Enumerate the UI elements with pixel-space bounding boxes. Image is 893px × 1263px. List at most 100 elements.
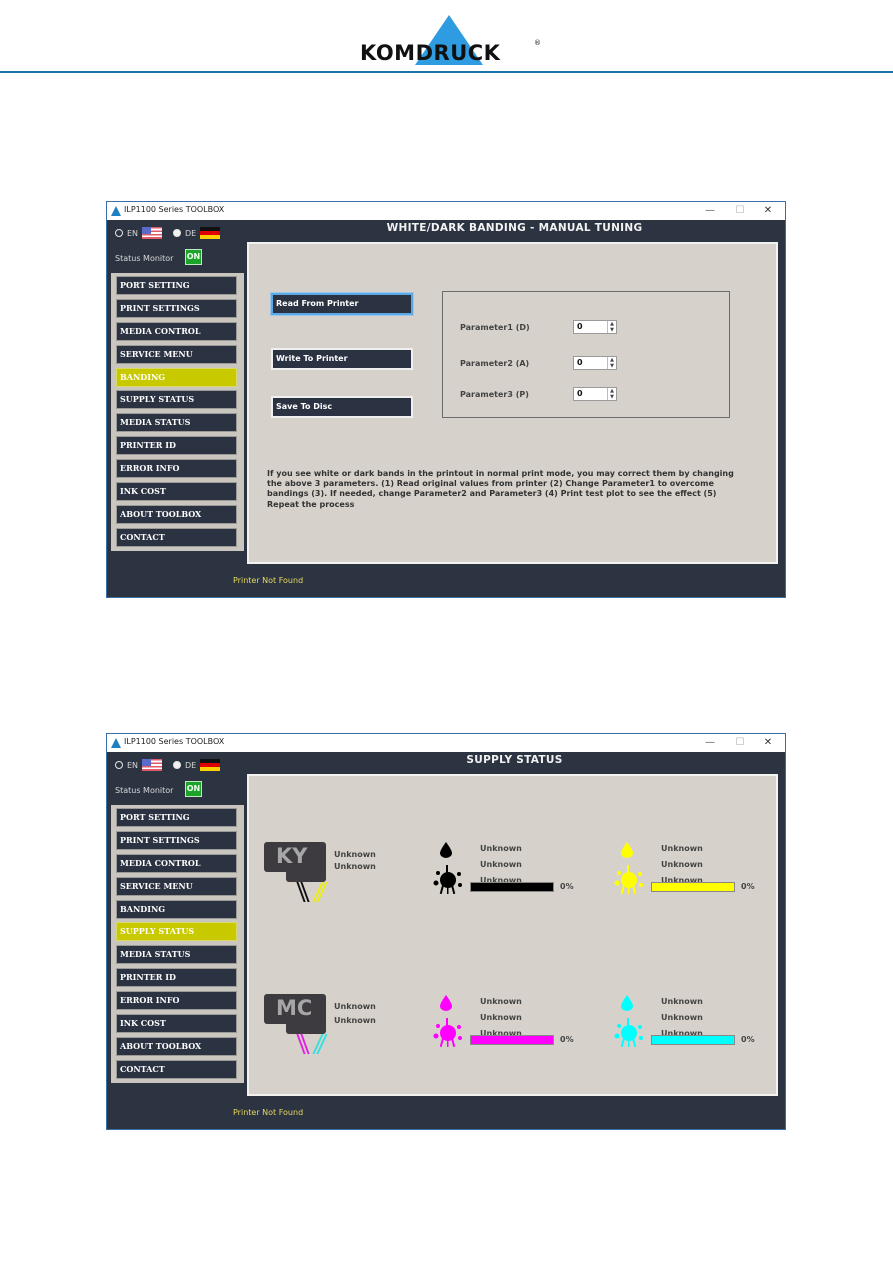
maximize-button[interactable]: ☐ xyxy=(725,735,755,751)
radio-de[interactable] xyxy=(173,229,181,237)
parameter3-label: Parameter3 (P) xyxy=(460,390,529,399)
sidebar-item-ink-cost[interactable]: INK COST xyxy=(116,482,237,502)
header-divider xyxy=(0,71,893,73)
printer-status-text: Printer Not Found xyxy=(233,1108,304,1117)
ink-level-percent: 0% xyxy=(741,882,755,891)
maximize-button[interactable]: ☐ xyxy=(725,203,755,219)
sidebar-item-banding[interactable]: BANDING xyxy=(116,899,237,919)
cartridge-status: Unknown xyxy=(334,850,376,859)
ink-splat-icon xyxy=(433,1018,462,1048)
write-to-printer-button[interactable]: Write To Printer xyxy=(271,348,413,370)
title-bar: ILP1100 Series TOOLBOX — ☐ ✕ xyxy=(107,202,785,220)
sidebar-item-banding[interactable]: BANDING xyxy=(116,367,237,387)
sidebar-item-print-settings[interactable]: PRINT SETTINGS xyxy=(116,830,237,850)
ink-drop-icon xyxy=(621,995,633,1011)
sidebar-item-error-info[interactable]: ERROR INFO xyxy=(116,991,237,1011)
sidebar-item-service-menu[interactable]: SERVICE MENU xyxy=(116,876,237,896)
sidebar-item-contact[interactable]: CONTACT xyxy=(116,527,237,547)
sidebar-item-about-toolbox[interactable]: ABOUT TOOLBOX xyxy=(116,1036,237,1056)
sidebar-item-port-setting[interactable]: PORT SETTING xyxy=(116,808,237,827)
ink-splat-icon xyxy=(433,865,462,895)
registered-mark: ® xyxy=(534,39,541,47)
cartridge-status: Unknown xyxy=(334,1002,376,1011)
radio-de[interactable] xyxy=(173,761,181,769)
sidebar-menu: PORT SETTING PRINT SETTINGS MEDIA CONTRO… xyxy=(111,273,244,551)
title-bar: ILP1100 Series TOOLBOX — ☐ ✕ xyxy=(107,734,785,752)
ink-black: Unknown Unknown Unknown 0% xyxy=(432,840,602,905)
page-title: WHITE/DARK BANDING - MANUAL TUNING xyxy=(386,222,643,234)
status-monitor-label: Status Monitor xyxy=(115,786,174,795)
ink-splat-icon xyxy=(614,865,643,895)
ink-drop-icon xyxy=(621,842,633,858)
sidebar-item-media-control[interactable]: MEDIA CONTROL xyxy=(116,321,237,341)
language-option-en[interactable]: EN xyxy=(115,227,163,239)
banding-panel: Read From Printer Write To Printer Save … xyxy=(247,242,778,564)
parameter1-label: Parameter1 (D) xyxy=(460,323,530,332)
window-title: ILP1100 Series TOOLBOX xyxy=(124,737,225,746)
sidebar-item-contact[interactable]: CONTACT xyxy=(116,1059,237,1079)
status-monitor-toggle[interactable]: ON xyxy=(185,249,202,265)
sidebar-item-media-status[interactable]: MEDIA STATUS xyxy=(116,413,237,433)
parameter1-spinbox[interactable]: 0 ▲ ▼ xyxy=(573,320,617,334)
ink-status: Unknown xyxy=(480,844,522,853)
ink-status: Unknown xyxy=(480,1013,522,1022)
printhead-tab xyxy=(286,870,326,882)
spin-down-icon[interactable]: ▼ xyxy=(608,394,616,400)
cartridge-code: MC xyxy=(276,996,313,1020)
us-flag-icon xyxy=(142,227,163,239)
page-header: KOMDRUCK ® xyxy=(0,0,893,74)
ink-splat-icon xyxy=(614,1018,643,1048)
close-button[interactable]: ✕ xyxy=(753,735,783,751)
minimize-button[interactable]: — xyxy=(695,203,725,219)
language-option-de[interactable]: DE xyxy=(173,227,221,239)
sidebar-item-printer-id[interactable]: PRINTER ID xyxy=(116,968,237,988)
language-option-de[interactable]: DE xyxy=(173,759,221,771)
ink-level-bar xyxy=(470,882,554,892)
ink-cyan: Unknown Unknown Unknown 0% xyxy=(613,993,783,1058)
ink-magenta: Unknown Unknown Unknown 0% xyxy=(432,993,602,1058)
komdruck-logo: KOMDRUCK ® xyxy=(360,15,545,67)
sidebar-item-supply-status[interactable]: SUPPLY STATUS xyxy=(116,390,237,410)
ink-yellow: Unknown Unknown Unknown 0% xyxy=(613,840,783,905)
language-option-en[interactable]: EN xyxy=(115,759,163,771)
parameters-group: Parameter1 (D) 0 ▲ ▼ Parameter2 (A) 0 ▲ ▼ … xyxy=(442,291,730,418)
parameter3-spinbox[interactable]: 0 ▲ ▼ xyxy=(573,387,617,401)
sidebar-menu: PORT SETTING PRINT SETTINGS MEDIA CONTRO… xyxy=(111,805,244,1083)
cartridge-mc: MC Unknown Unknown xyxy=(264,994,376,1084)
sidebar-item-about-toolbox[interactable]: ABOUT TOOLBOX xyxy=(116,504,237,524)
sidebar-item-media-control[interactable]: MEDIA CONTROL xyxy=(116,853,237,873)
ink-status: Unknown xyxy=(480,997,522,1006)
radio-en[interactable] xyxy=(115,761,123,769)
sidebar-item-print-settings[interactable]: PRINT SETTINGS xyxy=(116,298,237,318)
banding-help-text: If you see white or dark bands in the pr… xyxy=(267,469,734,509)
parameter3-value[interactable]: 0 xyxy=(577,388,583,400)
language-label-de: DE xyxy=(185,228,197,238)
status-monitor-label: Status Monitor xyxy=(115,254,174,263)
sidebar-item-port-setting[interactable]: PORT SETTING xyxy=(116,276,237,295)
sidebar-item-error-info[interactable]: ERROR INFO xyxy=(116,459,237,479)
toolbox-window-supply-status: ILP1100 Series TOOLBOX — ☐ ✕ EN DE Statu… xyxy=(106,733,786,1130)
sidebar-item-supply-status[interactable]: SUPPLY STATUS xyxy=(116,922,237,942)
sidebar-item-media-status[interactable]: MEDIA STATUS xyxy=(116,945,237,965)
language-label-de: DE xyxy=(185,760,197,770)
parameter2-spinbox[interactable]: 0 ▲ ▼ xyxy=(573,356,617,370)
spin-down-icon[interactable]: ▼ xyxy=(608,327,616,333)
status-monitor-toggle[interactable]: ON xyxy=(185,781,202,797)
radio-en[interactable] xyxy=(115,229,123,237)
sidebar-item-ink-cost[interactable]: INK COST xyxy=(116,1014,237,1034)
minimize-button[interactable]: — xyxy=(695,735,725,751)
cartridge-code: KY xyxy=(276,844,308,868)
cartridge-status: Unknown xyxy=(334,1016,376,1025)
printer-status-text: Printer Not Found xyxy=(233,576,304,585)
ink-level-percent: 0% xyxy=(741,1035,755,1044)
read-from-printer-button[interactable]: Read From Printer xyxy=(271,293,413,315)
sidebar-item-service-menu[interactable]: SERVICE MENU xyxy=(116,344,237,364)
parameter1-value[interactable]: 0 xyxy=(577,321,583,333)
printhead-tab xyxy=(286,1022,326,1034)
sidebar-item-printer-id[interactable]: PRINTER ID xyxy=(116,436,237,456)
close-button[interactable]: ✕ xyxy=(753,203,783,219)
parameter2-value[interactable]: 0 xyxy=(577,357,583,369)
save-to-disc-button[interactable]: Save To Disc xyxy=(271,396,413,418)
spin-down-icon[interactable]: ▼ xyxy=(608,363,616,369)
ink-drop-icon xyxy=(440,995,452,1011)
